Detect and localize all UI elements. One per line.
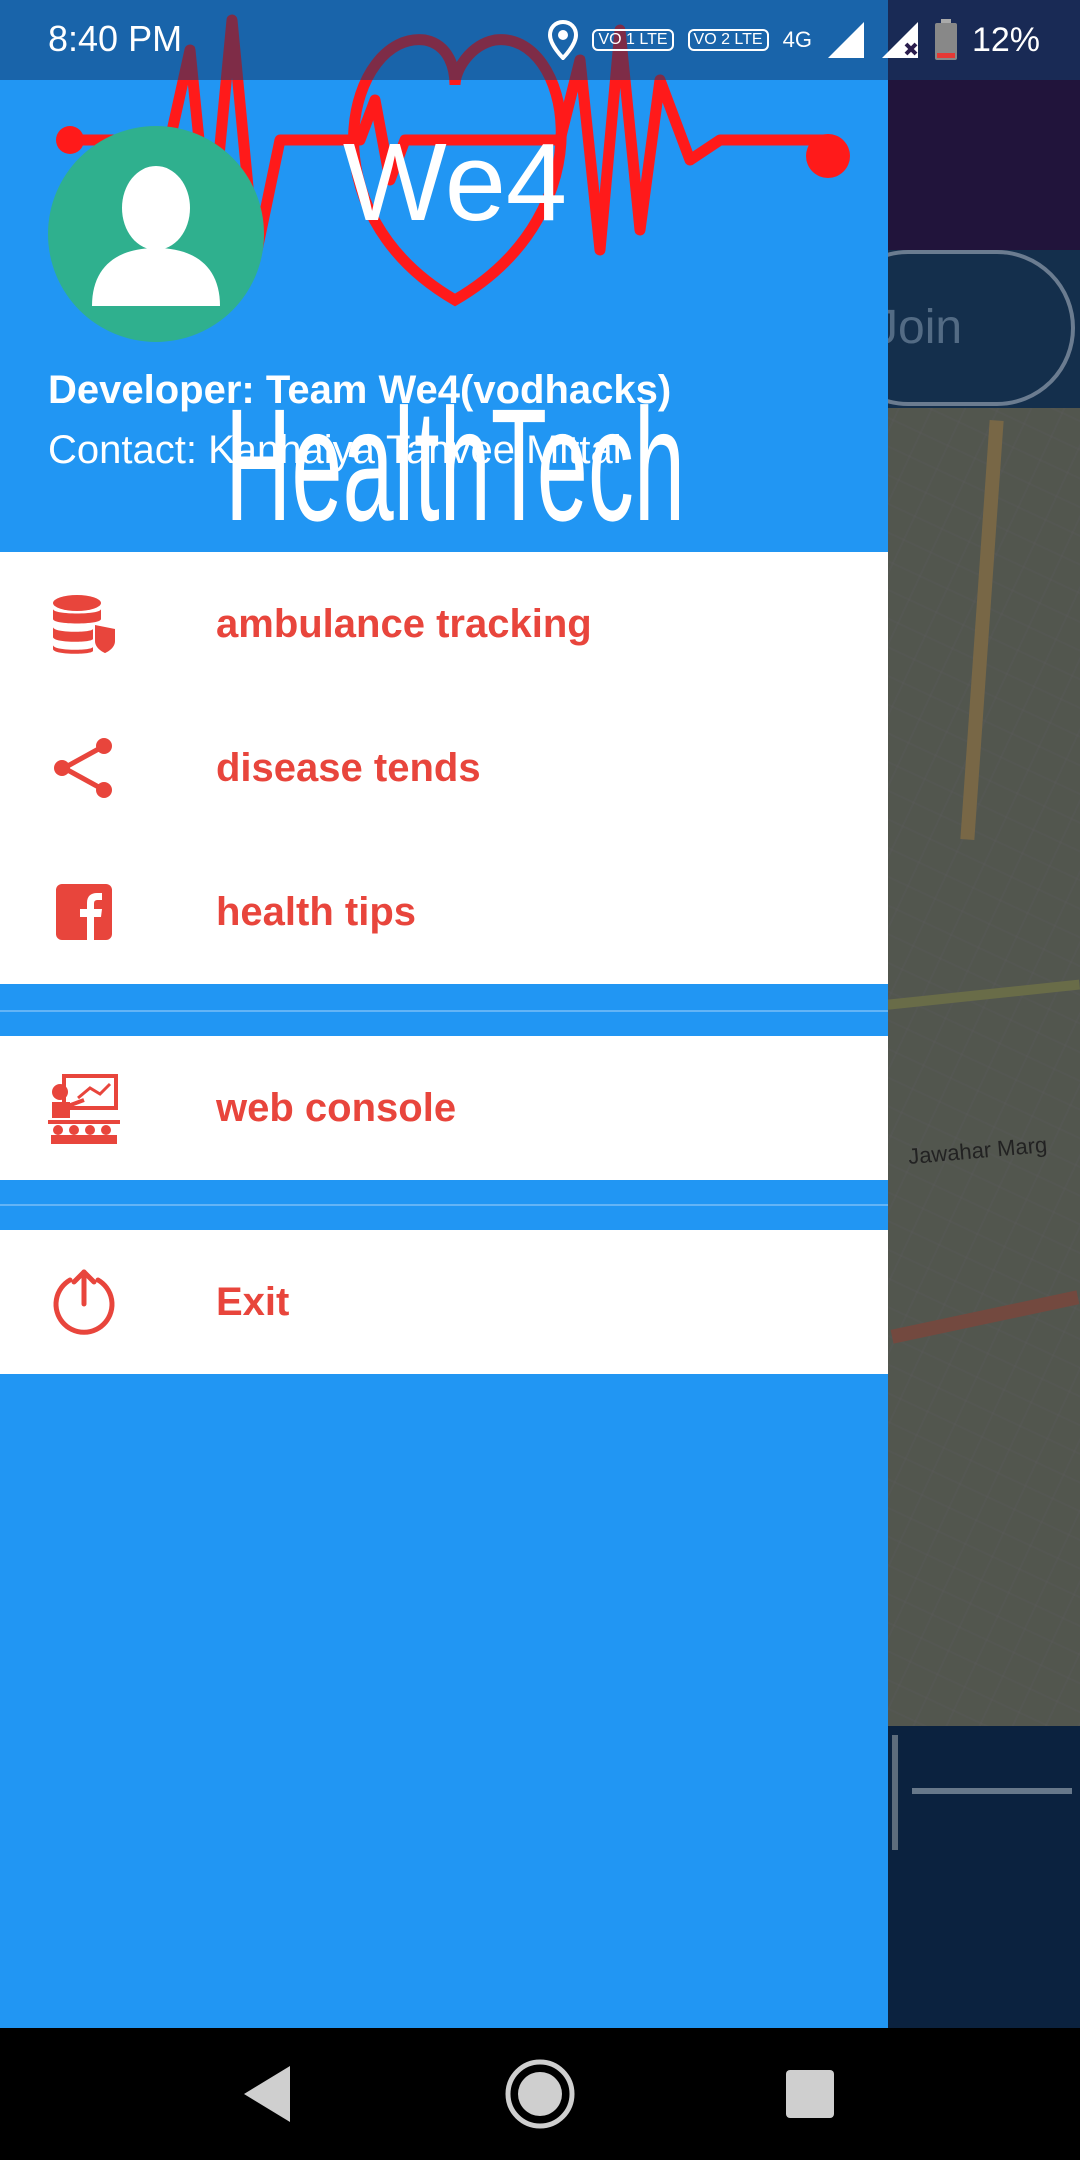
menu-label: Exit [216,1279,290,1324]
contact-text: Contact: Kanhaiya,Tanvee,Mittal [48,428,622,472]
presentation-icon [48,1074,120,1144]
menu-item-web-console[interactable]: web console [0,1036,888,1180]
signal-no-sim-icon [881,22,918,58]
menu-label: health tips [216,889,417,934]
logo-top-text: We4 [343,121,567,244]
sim2-volte-icon: VO 2 LTE [687,29,769,51]
menu-item-health-tips[interactable]: health tips [0,840,888,984]
user-icon [92,166,220,306]
signal-icon [827,22,864,58]
battery-icon [934,19,957,60]
developer-text: Developer: Team We4(vodhacks) [48,368,672,412]
recents-button[interactable] [770,2054,850,2134]
share-icon [48,738,120,798]
menu-group-console: web console [0,1036,888,1180]
home-button[interactable] [500,2054,580,2134]
navigation-drawer: We4 HealthTech Developer: Team We4(vodha… [0,0,888,2028]
location-icon [548,20,579,60]
menu-divider [0,1010,888,1012]
menu-group-exit: Exit [0,1230,888,1374]
network-type: 4G [782,27,812,52]
status-bar: 8:40 PM VO 1 LTE VO 2 LTE 4G 12% [0,0,1080,80]
menu-label: web console [216,1085,457,1130]
drawer-header: We4 HealthTech Developer: Team We4(vodha… [0,0,888,552]
menu-label: disease tends [216,745,481,790]
power-icon [48,1269,120,1335]
navigation-bar [0,2028,1080,2160]
menu-group-main: ambulance tracking disease tends health … [0,552,888,984]
status-time: 8:40 PM [48,18,183,59]
avatar[interactable] [48,126,264,342]
menu-divider [0,1204,888,1206]
facebook-icon [48,882,120,942]
battery-percent: 12% [971,20,1040,59]
menu-item-ambulance-tracking[interactable]: ambulance tracking [0,552,888,696]
status-icons: VO 1 LTE VO 2 LTE 4G 12% [548,14,1040,66]
menu-label: ambulance tracking [216,601,592,646]
back-button[interactable] [228,2054,308,2134]
database-shield-icon [48,594,120,654]
sim1-volte-icon: VO 1 LTE [592,29,674,51]
menu-item-exit[interactable]: Exit [0,1230,888,1374]
menu-item-disease-trends[interactable]: disease tends [0,696,888,840]
